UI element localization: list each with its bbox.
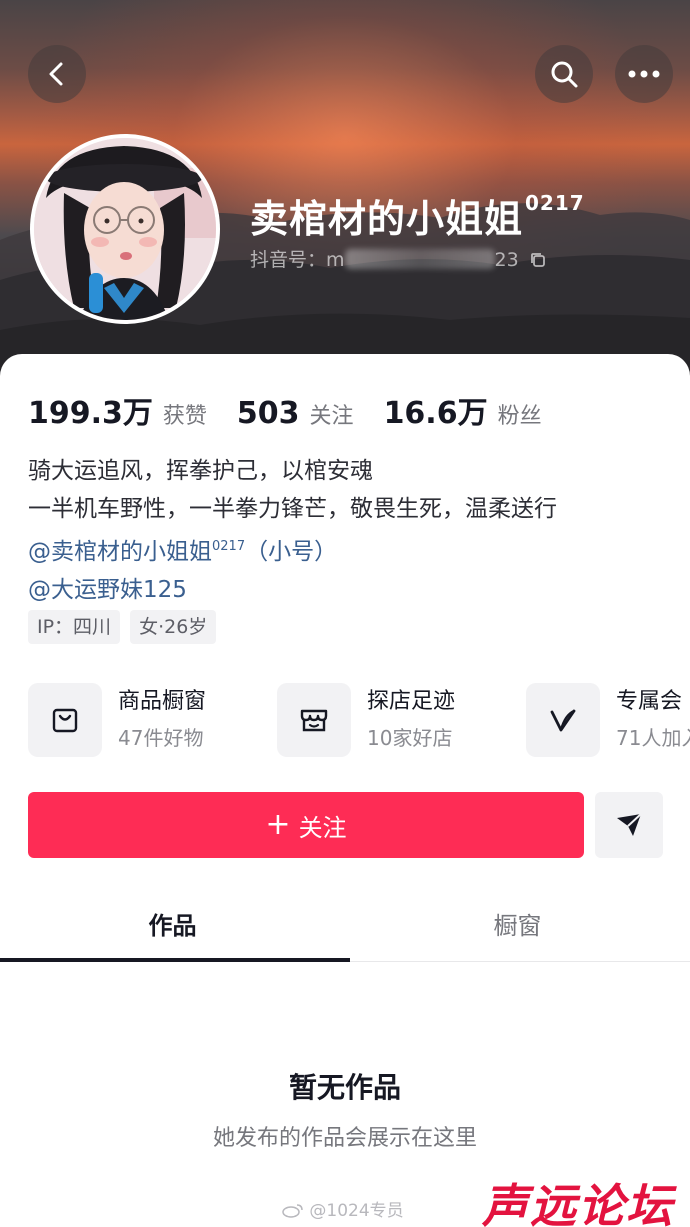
feature-exclusive-club[interactable]: 专属会 71人加入 xyxy=(526,682,690,758)
profile-stats: 199.3万 获赞 503 关注 16.6万 粉丝 xyxy=(28,388,572,432)
search-button[interactable] xyxy=(535,45,593,103)
avatar-image xyxy=(34,138,216,320)
bio-link-1-sup: 0217 xyxy=(212,539,246,554)
profile-nickname: 卖棺材的小姐姐 0217 xyxy=(250,188,585,243)
weibo-icon xyxy=(282,1204,303,1218)
tab-works[interactable]: 作品 xyxy=(0,896,345,962)
stat-followers-value: 16.6万 xyxy=(383,396,488,431)
follow-button[interactable]: + 关注 xyxy=(28,792,584,858)
plus-icon: + xyxy=(265,807,291,842)
profile-tags: IP：四川 女·26岁 xyxy=(28,610,226,644)
feature-title: 专属会 xyxy=(616,689,683,714)
feature-row: 商品橱窗 47件好物 探店足迹 10家好店 专属会 71人加入 xyxy=(28,682,690,758)
copy-icon[interactable] xyxy=(529,251,547,269)
douyin-id[interactable]: 抖音号：m 23 xyxy=(250,245,547,272)
feature-title: 探店足迹 xyxy=(367,689,456,714)
back-button[interactable] xyxy=(28,45,86,103)
store-icon xyxy=(300,709,328,732)
chevron-left-icon xyxy=(49,62,63,86)
profile-bio: 骑大运追风，挥拳护己，以棺安魂 一半机车野性，一半拳力锋芒，敬畏生死，温柔送行 … xyxy=(28,452,557,609)
douyin-id-blur xyxy=(344,249,495,269)
tag-gender-age: 女·26岁 xyxy=(130,610,217,644)
feature-icon-box xyxy=(526,683,600,757)
shopping-bag-icon xyxy=(52,708,78,733)
stat-likes-label: 获赞 xyxy=(162,404,207,429)
more-button[interactable] xyxy=(615,45,673,103)
feature-subtitle: 10家好店 xyxy=(367,726,453,750)
nickname-text: 卖棺材的小姐姐 xyxy=(250,197,524,241)
nickname-suffix: 0217 xyxy=(525,191,585,215)
empty-state-subtitle: 她发布的作品会展示在这里 xyxy=(212,1126,477,1151)
avatar[interactable] xyxy=(30,134,220,324)
douyin-id-suffix: 23 xyxy=(494,249,519,271)
follow-label: 关注 xyxy=(298,813,347,842)
v-badge-icon xyxy=(550,709,576,732)
search-icon xyxy=(551,61,578,88)
tag-ip: IP：四川 xyxy=(28,610,121,644)
stat-likes-value: 199.3万 xyxy=(28,396,153,431)
bio-link-1-prefix: @卖棺材的小姐姐 xyxy=(28,539,212,565)
more-dots-icon xyxy=(628,70,660,78)
bio-link-alt-account[interactable]: @卖棺材的小姐姐0217（小号） xyxy=(28,528,557,571)
stat-likes: 199.3万 获赞 xyxy=(28,388,207,432)
site-logo: 声远论坛 xyxy=(482,1179,674,1227)
tab-active-indicator xyxy=(0,958,350,962)
bio-link-2[interactable]: @大运野妹125 xyxy=(28,571,557,609)
feature-subtitle: 47件好物 xyxy=(118,726,204,750)
bio-line-1: 骑大运追风，挥拳护己，以棺安魂 xyxy=(28,458,373,484)
feature-icon-box xyxy=(28,683,102,757)
feature-product-window[interactable]: 商品橱窗 47件好物 xyxy=(28,682,206,758)
bio-line-2: 一半机车野性，一半拳力锋芒，敬畏生死，温柔送行 xyxy=(28,496,557,522)
stat-following-value: 503 xyxy=(236,396,300,431)
stat-followers-label: 粉丝 xyxy=(497,404,542,429)
send-message-icon xyxy=(617,813,642,836)
stat-followers[interactable]: 16.6万 粉丝 xyxy=(384,388,542,432)
send-message-button[interactable] xyxy=(595,792,663,858)
stat-following[interactable]: 503 关注 xyxy=(237,396,354,431)
feature-store-visits[interactable]: 探店足迹 10家好店 xyxy=(277,682,455,758)
tab-showcase[interactable]: 橱窗 xyxy=(345,896,690,962)
watermark-text: @1024专员 xyxy=(309,1201,404,1221)
feature-title: 商品橱窗 xyxy=(118,689,207,714)
douyin-id-label: 抖音号： xyxy=(250,249,327,271)
empty-state-title: 暂无作品 xyxy=(288,1071,401,1104)
feature-icon-box xyxy=(277,683,351,757)
stat-following-label: 关注 xyxy=(309,404,354,429)
douyin-id-prefix: m xyxy=(326,249,345,271)
feature-subtitle: 71人加入 xyxy=(616,726,690,750)
content-tabs: 作品 橱窗 xyxy=(0,896,690,962)
watermark: @1024专员 xyxy=(282,1196,404,1221)
bio-link-1-suffix: （小号） xyxy=(245,539,338,565)
avatar-portrait xyxy=(34,138,216,320)
